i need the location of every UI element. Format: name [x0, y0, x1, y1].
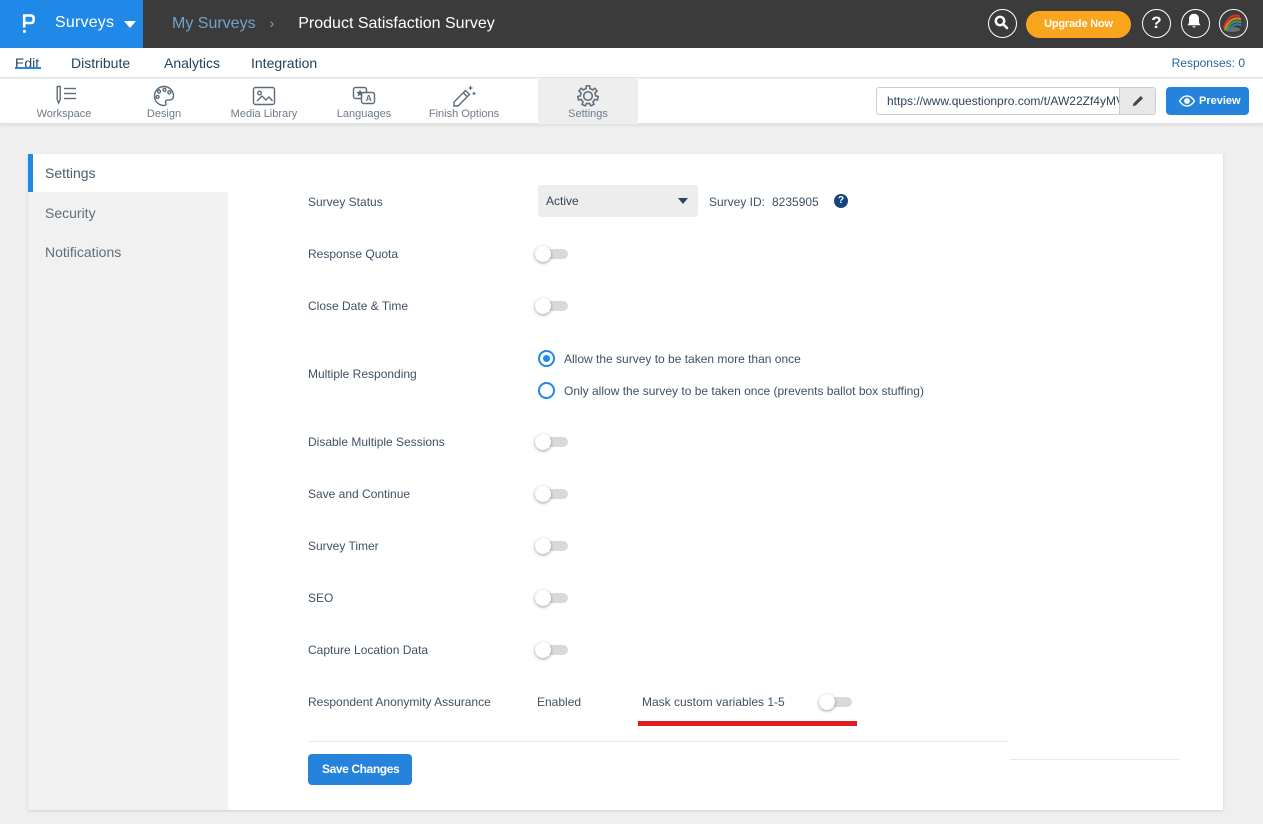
svg-text:A: A [366, 93, 372, 103]
